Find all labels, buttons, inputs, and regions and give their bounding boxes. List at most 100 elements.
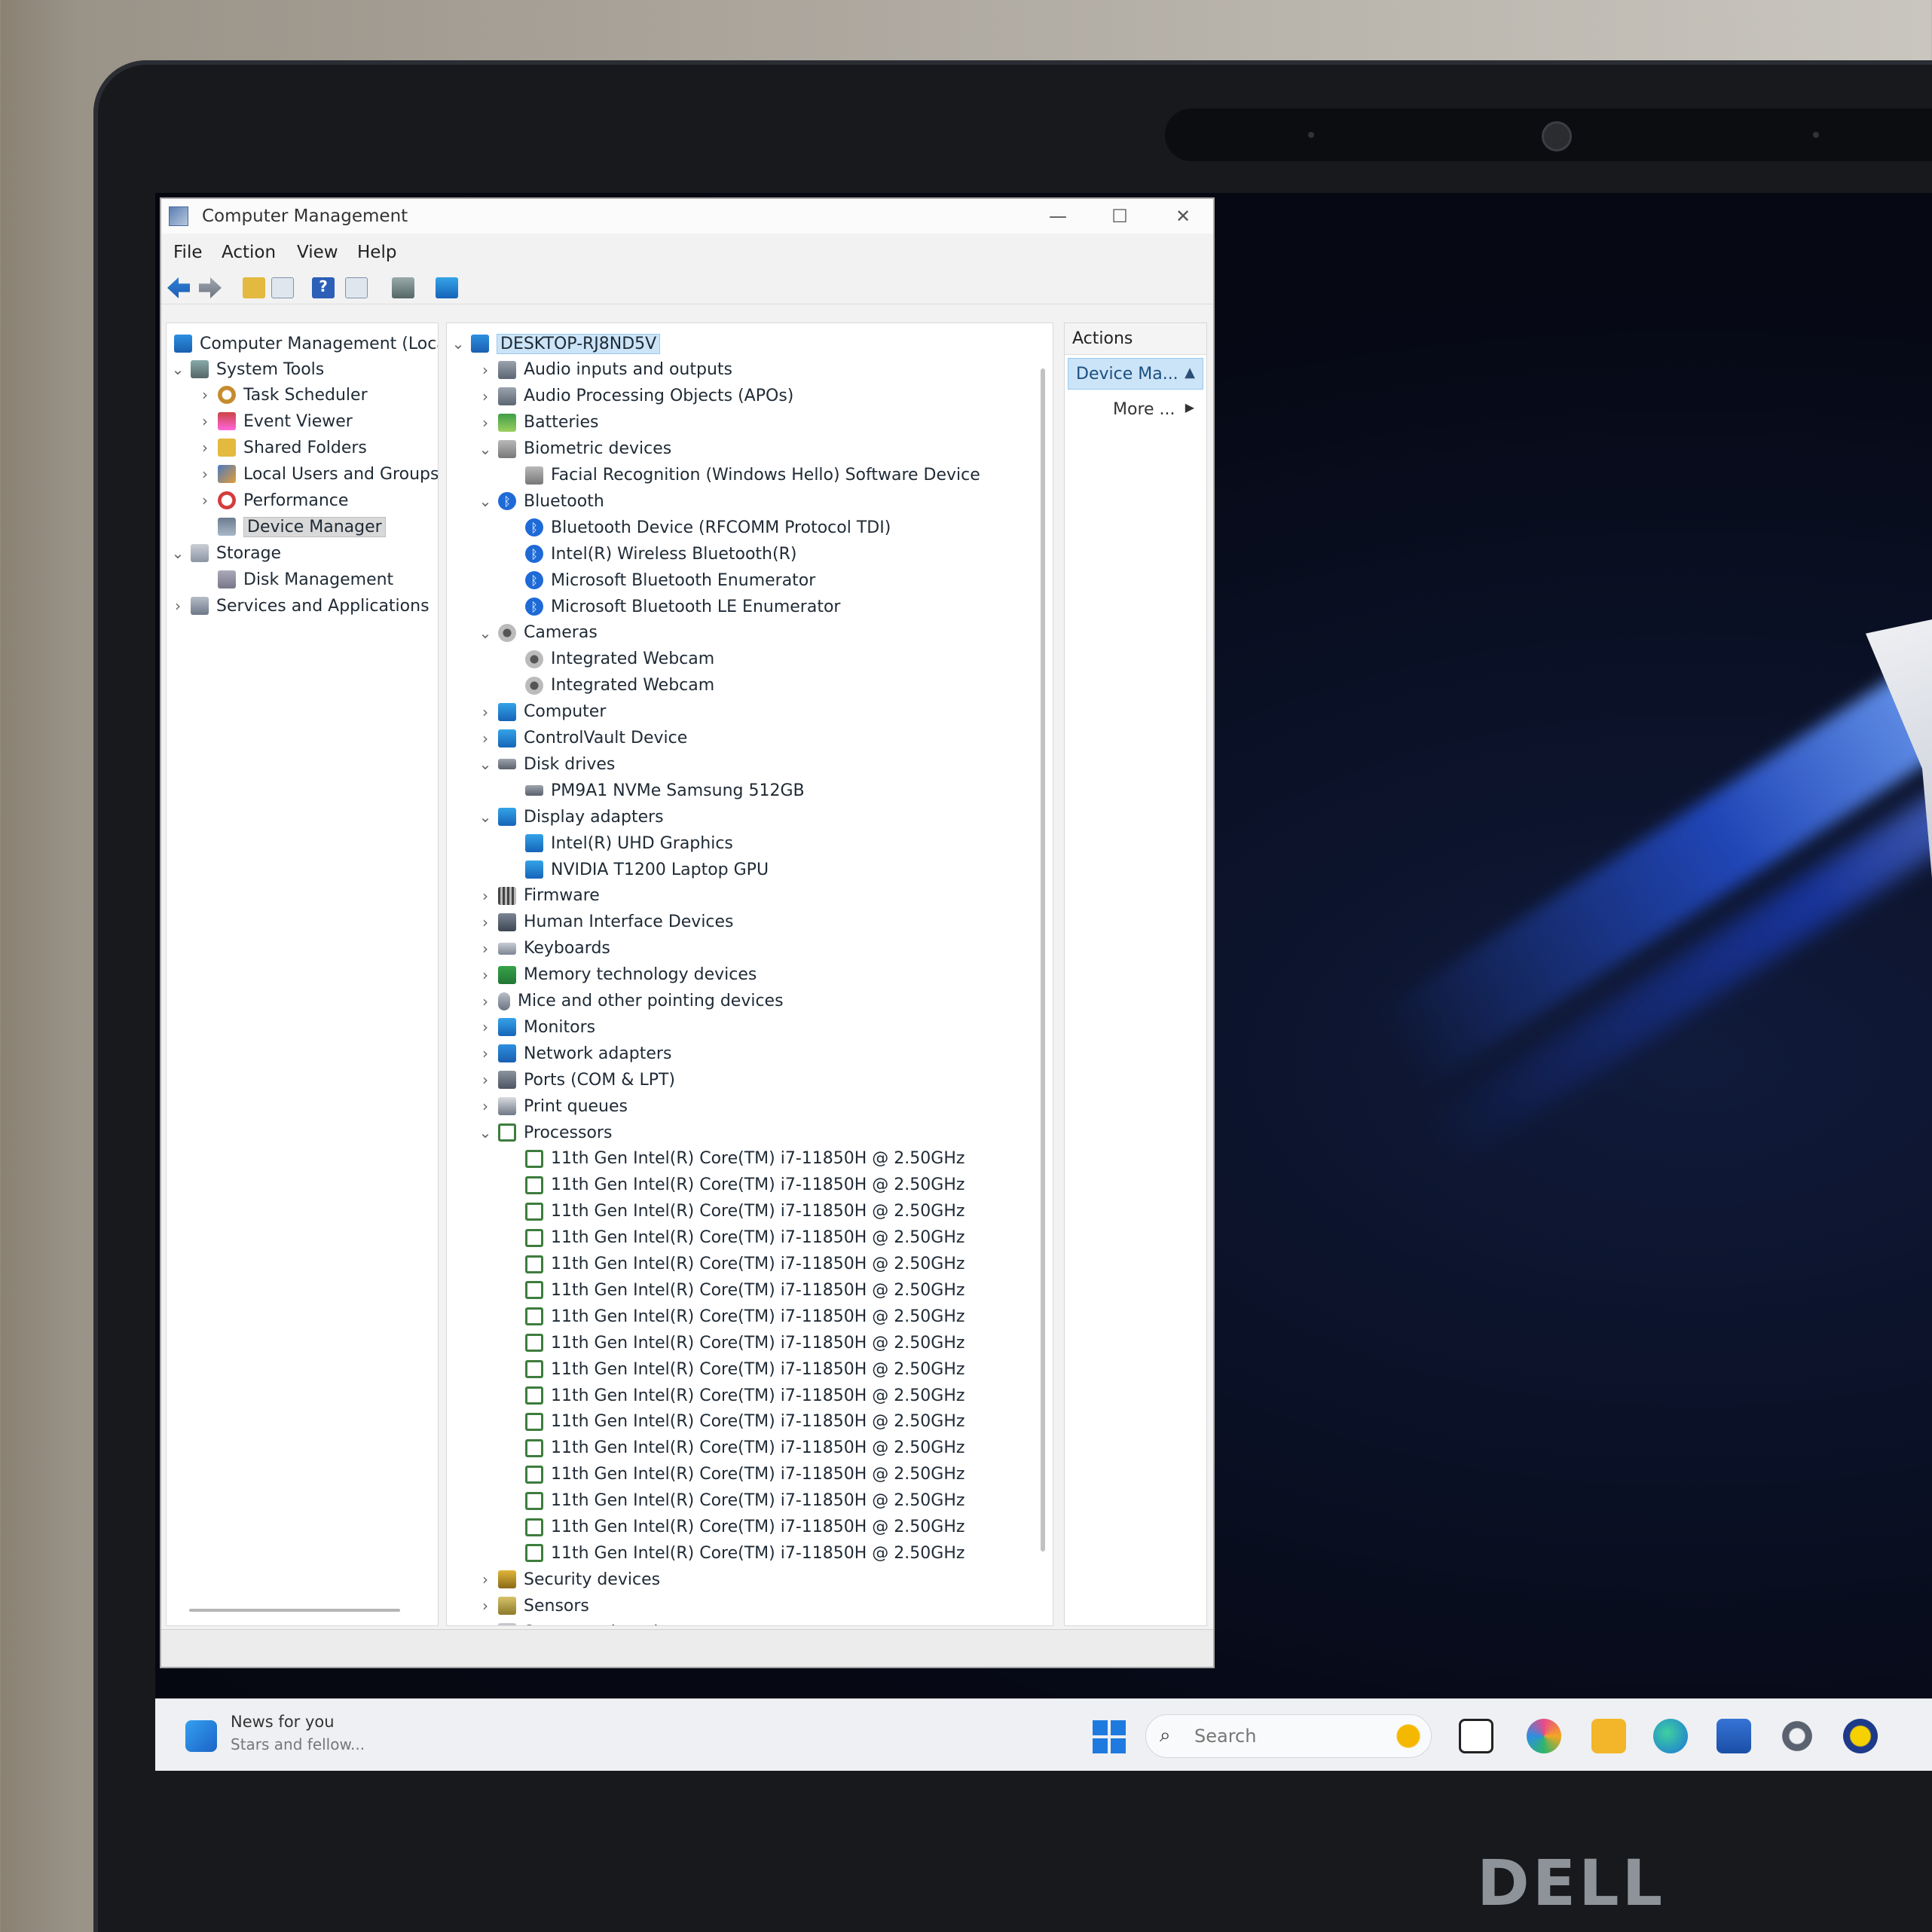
chevron-right-icon[interactable]: › xyxy=(477,913,494,931)
device-tree-item[interactable]: › Mice and other pointing devices xyxy=(477,989,784,1014)
device-tree-item[interactable]: › ControlVault Device xyxy=(477,726,687,751)
device-tree-item[interactable]: Intel(R) UHD Graphics xyxy=(521,830,733,856)
device-tree-item[interactable]: ⌄ Cameras xyxy=(477,620,598,646)
device-tree-item[interactable]: › Memory technology devices xyxy=(477,962,757,988)
chevron-down-icon[interactable]: ⌄ xyxy=(477,624,494,642)
device-tree-item[interactable]: 11th Gen Intel(R) Core(TM) i7-11850H @ 2… xyxy=(521,1409,964,1435)
device-tree-item[interactable]: › Print queues xyxy=(477,1093,628,1119)
device-tree-item[interactable]: 11th Gen Intel(R) Core(TM) i7-11850H @ 2… xyxy=(521,1540,964,1566)
tree-item-device-manager[interactable]: Device Manager xyxy=(213,514,386,540)
tree-item-performance[interactable]: › Performance xyxy=(197,488,348,513)
device-tree-item[interactable]: › Audio Processing Objects (APOs) xyxy=(477,384,793,409)
chevron-right-icon[interactable]: › xyxy=(477,361,494,379)
news-widget-icon[interactable] xyxy=(185,1720,217,1752)
file-explorer-icon[interactable] xyxy=(1591,1719,1626,1753)
device-tree-item[interactable]: 11th Gen Intel(R) Core(TM) i7-11850H @ 2… xyxy=(521,1356,964,1382)
maximize-button[interactable]: ☐ xyxy=(1090,200,1150,232)
device-tree-item[interactable]: NVIDIA T1200 Laptop GPU xyxy=(521,857,769,882)
chevron-right-icon[interactable]: › xyxy=(197,439,213,457)
horizontal-scrollbar[interactable] xyxy=(189,1609,400,1612)
chevron-right-icon[interactable]: › xyxy=(477,703,494,721)
chevron-down-icon[interactable]: ⌄ xyxy=(477,755,494,773)
chevron-right-icon[interactable]: › xyxy=(197,465,213,483)
device-tree-item[interactable]: › Smart card readers xyxy=(477,1619,683,1625)
close-button[interactable]: ✕ xyxy=(1153,200,1213,232)
chevron-down-icon[interactable]: ⌄ xyxy=(170,360,186,378)
device-tree-item[interactable]: 11th Gen Intel(R) Core(TM) i7-11850H @ 2… xyxy=(521,1252,964,1277)
device-tree-item[interactable]: › Firmware xyxy=(477,883,600,909)
copilot-icon[interactable] xyxy=(1527,1719,1561,1753)
device-tree-item[interactable]: Facial Recognition (Windows Hello) Softw… xyxy=(521,463,980,488)
device-tree-item[interactable]: ᛒ Bluetooth Device (RFCOMM Protocol TDI) xyxy=(521,515,891,540)
menu-view[interactable]: View xyxy=(297,243,338,262)
chevron-right-icon[interactable]: › xyxy=(477,414,494,432)
device-tree-item[interactable]: 11th Gen Intel(R) Core(TM) i7-11850H @ 2… xyxy=(521,1225,964,1251)
app-icon[interactable] xyxy=(1843,1719,1878,1753)
tree-item-local-users-and-groups[interactable]: › Local Users and Groups xyxy=(197,461,438,487)
collapse-up-icon[interactable]: ▲ xyxy=(1185,365,1195,381)
device-tree-item[interactable]: ⌄ Display adapters xyxy=(477,804,664,830)
properties-icon[interactable] xyxy=(345,277,368,298)
chevron-right-icon[interactable]: › xyxy=(477,1597,494,1615)
device-tree-item[interactable]: ⌄ Biometric devices xyxy=(477,436,672,462)
device-tree-item[interactable]: 11th Gen Intel(R) Core(TM) i7-11850H @ 2… xyxy=(521,1199,964,1224)
chevron-right-icon[interactable]: › xyxy=(477,1018,494,1036)
task-view-icon[interactable] xyxy=(1459,1719,1493,1753)
more-actions[interactable]: More ... ▶ xyxy=(1068,396,1203,426)
up-folder-icon[interactable] xyxy=(243,277,265,298)
settings-gear-icon[interactable] xyxy=(1780,1719,1814,1753)
device-tree-item[interactable]: 11th Gen Intel(R) Core(TM) i7-11850H @ 2… xyxy=(521,1146,964,1172)
device-tree-item[interactable]: Integrated Webcam xyxy=(521,647,714,672)
device-tree-item[interactable]: › Security devices xyxy=(477,1567,660,1592)
device-tree-item[interactable]: › Audio inputs and outputs xyxy=(477,357,732,383)
show-hide-tree-icon[interactable] xyxy=(271,277,294,298)
device-tree-item[interactable]: › Network adapters xyxy=(477,1041,671,1066)
chevron-right-icon[interactable]: › xyxy=(477,387,494,405)
device-tree-item[interactable]: PM9A1 NVMe Samsung 512GB xyxy=(521,778,805,803)
device-tree-item[interactable]: ᛒ Microsoft Bluetooth Enumerator xyxy=(521,567,815,593)
search-highlight-icon[interactable] xyxy=(1391,1719,1426,1753)
chevron-down-icon[interactable]: ⌄ xyxy=(477,440,494,458)
chevron-right-icon[interactable]: › xyxy=(477,1044,494,1062)
device-tree-item[interactable]: 11th Gen Intel(R) Core(TM) i7-11850H @ 2… xyxy=(521,1277,964,1303)
device-tree-item[interactable]: › Keyboards xyxy=(477,936,610,961)
news-subtitle[interactable]: Stars and fellow... xyxy=(231,1735,365,1753)
device-tree-item[interactable]: ⌄ Processors xyxy=(477,1120,613,1145)
news-title[interactable]: News for you xyxy=(231,1713,335,1731)
help-icon[interactable]: ? xyxy=(312,277,335,298)
chevron-right-icon[interactable]: › xyxy=(477,1071,494,1089)
back-arrow-icon[interactable] xyxy=(167,277,190,298)
tree-item-services-and-applications[interactable]: › Services and Applications xyxy=(170,593,430,619)
tree-item-computer-management[interactable]: Computer Management (Local xyxy=(170,331,438,356)
device-tree-item[interactable]: › Sensors xyxy=(477,1593,589,1619)
device-tree-item[interactable]: 11th Gen Intel(R) Core(TM) i7-11850H @ 2… xyxy=(521,1488,964,1514)
chevron-down-icon[interactable]: ⌄ xyxy=(477,1123,494,1142)
chevron-right-icon[interactable]: › xyxy=(197,412,213,430)
chevron-right-icon[interactable]: › xyxy=(477,966,494,984)
device-tree-item[interactable]: › Computer xyxy=(477,699,606,725)
windows-start-icon[interactable] xyxy=(1093,1720,1126,1753)
device-tree-item[interactable]: Integrated Webcam xyxy=(521,673,714,699)
chevron-down-icon[interactable]: ⌄ xyxy=(477,492,494,510)
edge-icon[interactable] xyxy=(1653,1719,1688,1753)
chevron-down-icon[interactable]: ⌄ xyxy=(450,335,466,353)
menu-help[interactable]: Help xyxy=(357,243,396,262)
device-tree-item[interactable]: 11th Gen Intel(R) Core(TM) i7-11850H @ 2… xyxy=(521,1383,964,1408)
device-tree-item[interactable]: › Human Interface Devices xyxy=(477,909,734,935)
minimize-button[interactable]: — xyxy=(1028,200,1088,232)
tree-item-task-scheduler[interactable]: › Task Scheduler xyxy=(197,382,368,408)
tree-item-storage[interactable]: ⌄ Storage xyxy=(170,540,281,566)
chevron-right-icon[interactable]: › xyxy=(197,491,213,509)
chevron-down-icon[interactable]: ⌄ xyxy=(170,544,186,562)
scan-hardware-icon[interactable] xyxy=(392,277,414,298)
device-tree-item[interactable]: ⌄ Disk drives xyxy=(477,751,616,777)
chevron-right-icon[interactable]: › xyxy=(477,729,494,747)
chevron-right-icon[interactable]: › xyxy=(197,386,213,404)
forward-arrow-icon[interactable] xyxy=(199,277,222,298)
chevron-right-icon[interactable]: › xyxy=(477,992,494,1010)
device-tree-item[interactable]: ᛒ Intel(R) Wireless Bluetooth(R) xyxy=(521,541,796,567)
chevron-right-icon[interactable]: › xyxy=(170,597,186,615)
device-tree-item[interactable]: ⌄ DESKTOP-RJ8ND5V xyxy=(450,331,661,356)
device-tree-item[interactable]: 11th Gen Intel(R) Core(TM) i7-11850H @ 2… xyxy=(521,1304,964,1329)
tree-item-system-tools[interactable]: ⌄ System Tools xyxy=(170,356,325,382)
